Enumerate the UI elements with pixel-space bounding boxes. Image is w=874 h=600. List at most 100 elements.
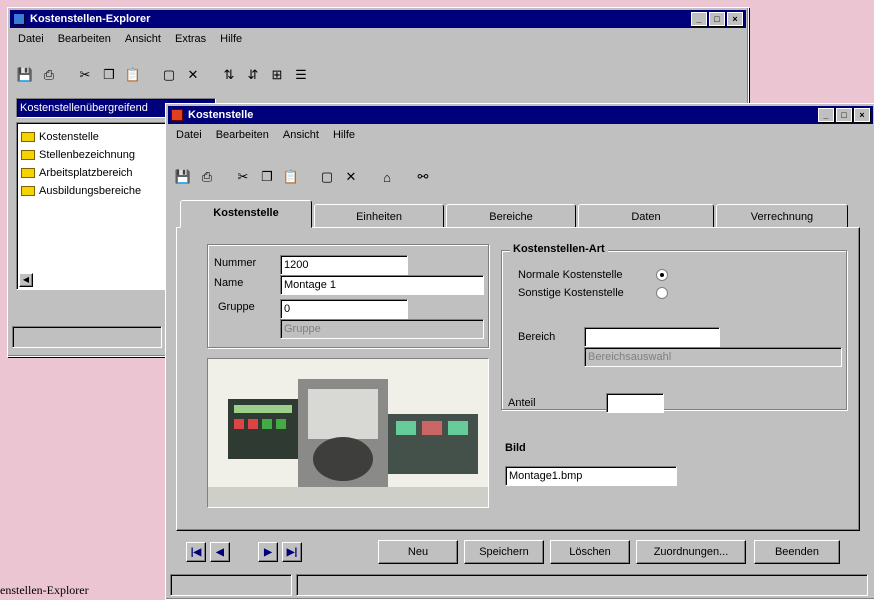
folder-icon [21, 168, 35, 178]
save-icon[interactable]: 💾 [172, 166, 194, 188]
tree-item[interactable]: Ausbildungsbereiche [21, 183, 141, 199]
anteil-label: Anteil [508, 397, 536, 409]
menu-bearbeiten[interactable]: Bearbeiten [216, 126, 269, 144]
anteil-field[interactable] [606, 393, 664, 413]
neu-button[interactable]: Neu [378, 540, 458, 564]
paste-icon[interactable]: 📋 [122, 64, 144, 86]
bild-field[interactable]: Montage1.bmp [505, 466, 677, 486]
cut-icon[interactable]: ✂ [74, 64, 96, 86]
print-icon[interactable]: ⎙ [38, 64, 60, 86]
bereich-field[interactable] [584, 327, 720, 347]
delete-icon[interactable]: ✕ [182, 64, 204, 86]
toolbar-separator [364, 166, 374, 188]
kostenstelle-title: Kostenstelle [188, 109, 254, 121]
toolbar-separator [400, 166, 410, 188]
name-field[interactable]: Montage 1 [280, 275, 484, 295]
tab-kostenstelle[interactable]: Kostenstelle [180, 200, 312, 228]
radio1-label: Normale Kostenstelle [518, 269, 623, 281]
explorer-titlebar[interactable]: Kostenstellen-Explorer _ □ × [10, 10, 746, 28]
paste-icon[interactable]: 📋 [280, 166, 302, 188]
print-icon[interactable]: ⎙ [196, 166, 218, 188]
tab-einheiten[interactable]: Einheiten [314, 204, 444, 228]
prev-record-icon[interactable]: ◀ [210, 542, 230, 562]
minimize-icon[interactable]: _ [691, 12, 707, 26]
close-icon[interactable]: × [727, 12, 743, 26]
radio2-label: Sonstige Kostenstelle [518, 287, 624, 299]
nummer-field[interactable]: 1200 [280, 255, 408, 275]
link-icon[interactable]: ⚯ [412, 166, 434, 188]
kostenstelle-titlebar[interactable]: Kostenstelle _ □ × [168, 106, 873, 124]
stammdaten-group: Nummer 1200 Name Montage 1 Gruppe 0 Grup… [207, 244, 489, 348]
explorer-title: Kostenstellen-Explorer [30, 13, 151, 25]
bereich-label: Bereich [518, 331, 556, 343]
menu-bearbeiten[interactable]: Bearbeiten [58, 30, 111, 48]
loeschen-button[interactable]: Löschen [550, 540, 630, 564]
filter-icon[interactable]: ⊞ [266, 64, 288, 86]
explorer-toolbar: 💾 ⎙ ✂ ❐ 📋 ▢ ✕ ⇅ ⇵ ⊞ ☰ [14, 64, 314, 86]
menu-ansicht[interactable]: Ansicht [125, 30, 161, 48]
kostenstelle-toolbar: 💾 ⎙ ✂ ❐ 📋 ▢ ✕ ⌂ ⚯ [172, 166, 436, 188]
new-icon[interactable]: ▢ [316, 166, 338, 188]
kostenstellen-art-title: Kostenstellen-Art [510, 243, 608, 255]
explorer-statusbar [12, 326, 162, 348]
tab-verrechnung[interactable]: Verrechnung [716, 204, 848, 228]
gruppe-field[interactable]: 0 [280, 299, 408, 319]
tree-item[interactable]: Kostenstelle [21, 129, 99, 145]
save-icon[interactable]: 💾 [14, 64, 36, 86]
menu-hilfe[interactable]: Hilfe [333, 126, 355, 144]
menu-datei[interactable]: Datei [176, 126, 202, 144]
tab-daten[interactable]: Daten [578, 204, 714, 228]
app-icon [171, 109, 183, 121]
folder-icon [21, 186, 35, 196]
new-icon[interactable]: ▢ [158, 64, 180, 86]
sort-asc-icon[interactable]: ⇅ [218, 64, 240, 86]
tab-bereiche[interactable]: Bereiche [446, 204, 576, 228]
app-icon [13, 13, 25, 25]
radio-sonstige-kostenstelle[interactable] [656, 287, 668, 299]
name-label: Name [214, 277, 244, 289]
tree-item[interactable]: Stellenbezeichnung [21, 147, 135, 163]
bild-label: Bild [505, 442, 526, 454]
radio-normale-kostenstelle[interactable] [656, 269, 668, 281]
zuordnungen-button[interactable]: Zuordnungen... [636, 540, 746, 564]
copy-icon[interactable]: ❐ [98, 64, 120, 86]
list-icon[interactable]: ☰ [290, 64, 312, 86]
kostenstelle-statusbar [170, 574, 292, 596]
tree-item[interactable]: Arbeitsplatzbereich [21, 165, 133, 181]
sort-desc-icon[interactable]: ⇵ [242, 64, 264, 86]
kostenstelle-window: Kostenstelle _ □ × Datei Bearbeiten Ansi… [165, 103, 874, 600]
maximize-icon[interactable]: □ [709, 12, 725, 26]
toolbar-separator [146, 64, 156, 86]
delete-icon[interactable]: ✕ [340, 166, 362, 188]
beenden-button[interactable]: Beenden [754, 540, 840, 564]
machine-photo [207, 358, 489, 508]
tab-strip: Kostenstelle Einheiten Bereiche Daten Ve… [180, 200, 850, 228]
menu-datei[interactable]: Datei [18, 30, 44, 48]
scroll-left-icon[interactable]: ◀ [19, 273, 33, 287]
menu-extras[interactable]: Extras [175, 30, 206, 48]
menu-ansicht[interactable]: Ansicht [283, 126, 319, 144]
home-icon[interactable]: ⌂ [376, 166, 398, 188]
folder-icon [21, 132, 35, 142]
cut-icon[interactable]: ✂ [232, 166, 254, 188]
explorer-menubar: Datei Bearbeiten Ansicht Extras Hilfe [12, 30, 242, 48]
maximize-icon[interactable]: □ [836, 108, 852, 122]
copy-icon[interactable]: ❐ [256, 166, 278, 188]
caption-text: enstellen-Explorer [0, 583, 89, 597]
toolbar-separator [220, 166, 230, 188]
folder-icon [21, 150, 35, 160]
toolbar-separator [206, 64, 216, 86]
close-icon[interactable]: × [854, 108, 870, 122]
gruppe-label: Gruppe [218, 301, 255, 313]
next-record-icon[interactable]: ▶ [258, 542, 278, 562]
speichern-button[interactable]: Speichern [464, 540, 544, 564]
minimize-icon[interactable]: _ [818, 108, 834, 122]
last-record-icon[interactable]: ▶| [282, 542, 302, 562]
kostenstelle-statusbar-right [296, 574, 868, 596]
bereich-hint-field: Bereichsauswahl [584, 347, 842, 367]
first-record-icon[interactable]: |◀ [186, 542, 206, 562]
kostenstellen-art-group: Kostenstellen-Art Normale Kostenstelle S… [501, 243, 847, 413]
explorer-tree: Kostenstelle Stellenbezeichnung Arbeitsp… [16, 122, 171, 290]
gruppe-hint-field: Gruppe [280, 319, 484, 339]
menu-hilfe[interactable]: Hilfe [220, 30, 242, 48]
